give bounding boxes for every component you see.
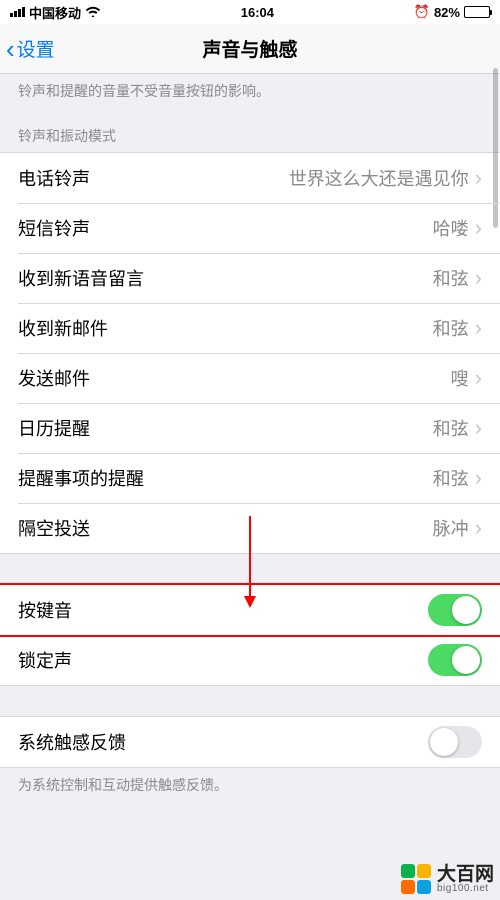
status-time: 16:04 <box>241 5 274 20</box>
row-label: 发送邮件 <box>18 365 90 391</box>
sounds-group: 电话铃声世界这么大还是遇见你›短信铃声哈喽›收到新语音留言和弦›收到新邮件和弦›… <box>0 152 500 554</box>
chevron-right-icon: › <box>475 515 482 541</box>
row-value: 和弦 <box>433 415 469 441</box>
toggle-group-keys: 按键音锁定声 <box>0 584 500 686</box>
row-label: 提醒事项的提醒 <box>18 465 144 491</box>
watermark: 大百网 big100.net <box>401 864 494 894</box>
toggle-row: 锁定声 <box>0 635 500 685</box>
row-label: 隔空投送 <box>18 515 90 541</box>
toggle-group-haptics: 系统触感反馈 <box>0 716 500 768</box>
sound-row[interactable]: 隔空投送 脉冲› <box>0 503 500 553</box>
toggle-switch[interactable] <box>428 594 482 626</box>
battery-icon <box>464 6 490 18</box>
toggle-row: 系统触感反馈 <box>0 717 500 767</box>
chevron-right-icon: › <box>475 415 482 441</box>
row-value: 和弦 <box>433 265 469 291</box>
toggle-switch[interactable] <box>428 726 482 758</box>
sound-row[interactable]: 收到新语音留言 和弦› <box>0 253 500 303</box>
toggle-row: 按键音 <box>0 585 500 635</box>
sound-row[interactable]: 收到新邮件 和弦› <box>0 303 500 353</box>
status-bar: 中国移动 16:04 ⏰ 82% <box>0 0 500 24</box>
watermark-cn: 大百网 <box>437 865 494 884</box>
row-label: 锁定声 <box>18 647 72 673</box>
chevron-right-icon: › <box>475 465 482 491</box>
row-label: 收到新邮件 <box>18 315 108 341</box>
back-label: 设置 <box>17 35 55 62</box>
row-label: 系统触感反馈 <box>18 729 126 755</box>
chevron-right-icon: › <box>475 265 482 291</box>
chevron-right-icon: › <box>475 215 482 241</box>
nav-bar: ‹ 设置 声音与触感 <box>0 24 500 74</box>
sound-row[interactable]: 发送邮件 嗖› <box>0 353 500 403</box>
watermark-logo-icon <box>401 864 431 894</box>
section-header-ringtone: 铃声和振动模式 <box>0 112 500 152</box>
row-value: 哈喽 <box>433 215 469 241</box>
sound-row[interactable]: 日历提醒 和弦› <box>0 403 500 453</box>
volume-note: 铃声和提醒的音量不受音量按钮的影响。 <box>0 74 500 112</box>
chevron-right-icon: › <box>475 315 482 341</box>
row-value: 和弦 <box>433 315 469 341</box>
row-label: 日历提醒 <box>18 415 90 441</box>
wifi-icon <box>85 4 101 20</box>
row-value: 脉冲 <box>433 515 469 541</box>
chevron-right-icon: › <box>475 365 482 391</box>
sound-row[interactable]: 提醒事项的提醒 和弦› <box>0 453 500 503</box>
carrier-label: 中国移动 <box>29 3 81 22</box>
watermark-en: big100.net <box>437 884 494 894</box>
row-label: 短信铃声 <box>18 215 90 241</box>
page-title: 声音与触感 <box>0 35 500 62</box>
row-value: 世界这么大还是遇见你 <box>289 165 469 191</box>
back-button[interactable]: ‹ 设置 <box>0 35 55 62</box>
sound-row[interactable]: 电话铃声 世界这么大还是遇见你› <box>0 153 500 203</box>
row-value: 和弦 <box>433 465 469 491</box>
chevron-right-icon: › <box>475 165 482 191</box>
chevron-left-icon: ‹ <box>6 36 15 62</box>
row-value: 嗖 <box>451 365 469 391</box>
row-label: 收到新语音留言 <box>18 265 144 291</box>
haptics-footer: 为系统控制和互动提供触感反馈。 <box>0 768 500 806</box>
row-label: 电话铃声 <box>18 165 90 191</box>
battery-percent: 82% <box>434 5 460 20</box>
alarm-icon: ⏰ <box>414 4 430 20</box>
toggle-switch[interactable] <box>428 644 482 676</box>
sound-row[interactable]: 短信铃声 哈喽› <box>0 203 500 253</box>
signal-icon <box>10 7 25 17</box>
row-label: 按键音 <box>18 597 72 623</box>
